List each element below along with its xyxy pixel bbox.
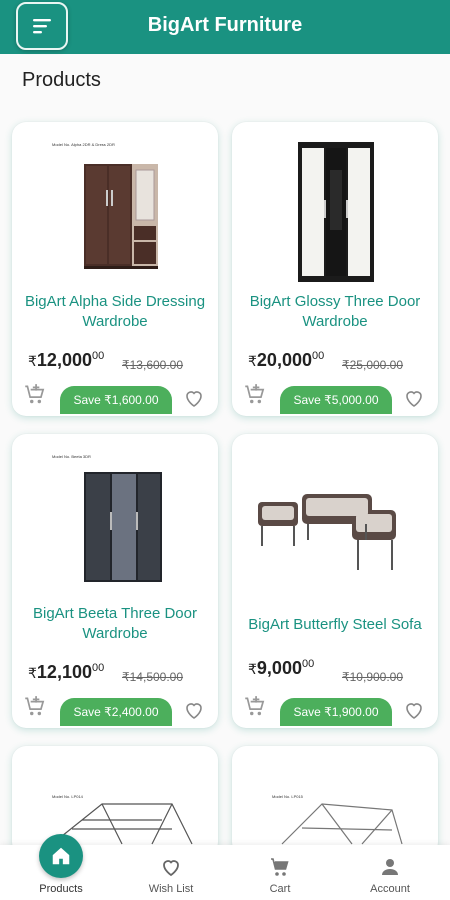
product-mrp: ₹10,900.00 bbox=[342, 670, 404, 684]
nav-item-wish-list[interactable]: Wish List bbox=[116, 845, 226, 900]
product-image[interactable] bbox=[242, 442, 428, 600]
app-title: BigArt Furniture bbox=[147, 14, 303, 36]
product-price: ₹12,10000 bbox=[28, 662, 105, 682]
home-fab-button[interactable] bbox=[39, 834, 83, 878]
product-mrp: ₹13,600.00 bbox=[122, 358, 184, 372]
page-title: Products bbox=[22, 69, 101, 91]
nav-item-cart[interactable]: Cart bbox=[225, 845, 335, 900]
product-card[interactable]: Model No. LP015 bbox=[232, 746, 438, 856]
wishlist-heart-icon[interactable] bbox=[402, 386, 426, 410]
heart-icon bbox=[163, 860, 179, 877]
save-badge: Save ₹1,600.00 bbox=[60, 386, 172, 414]
product-name[interactable]: BigArt Butterfly Steel Sofa bbox=[236, 615, 434, 635]
product-card[interactable]: BigArt Butterfly Steel Sofa ₹9,00000 ₹10… bbox=[232, 434, 438, 728]
product-mrp: ₹25,000.00 bbox=[342, 358, 404, 372]
product-name[interactable]: BigArt Beeta Three Door Wardrobe bbox=[16, 604, 214, 644]
person-icon bbox=[382, 859, 398, 875]
add-to-cart-icon[interactable] bbox=[242, 382, 268, 408]
nav-label: Products bbox=[39, 883, 83, 895]
add-to-cart-icon[interactable] bbox=[22, 694, 48, 720]
product-image[interactable] bbox=[242, 130, 428, 288]
nav-label: Wish List bbox=[148, 883, 194, 895]
product-card[interactable]: Model No. Beeta 3DR BigArt Beeta Three D… bbox=[12, 434, 218, 728]
product-price: ₹20,00000 bbox=[248, 350, 325, 370]
product-mrp: ₹14,500.00 bbox=[122, 670, 184, 684]
nav-item-account[interactable]: Account bbox=[335, 845, 445, 900]
product-price: ₹12,00000 bbox=[28, 350, 105, 370]
add-to-cart-icon[interactable] bbox=[22, 382, 48, 408]
save-badge: Save ₹2,400.00 bbox=[60, 698, 172, 726]
product-price: ₹9,00000 bbox=[248, 658, 315, 678]
product-image[interactable]: Model No. LP015 bbox=[242, 754, 428, 856]
app-bar: BigArt Furniture bbox=[0, 0, 450, 54]
wishlist-heart-icon[interactable] bbox=[182, 698, 206, 722]
product-image[interactable]: Model No. Beeta 3DR bbox=[22, 442, 208, 600]
add-to-cart-icon[interactable] bbox=[242, 694, 268, 720]
product-card[interactable]: Model No. Alpha 2DR & Dress 2DR BigArt A… bbox=[12, 122, 218, 416]
home-icon bbox=[52, 847, 70, 865]
save-badge: Save ₹5,000.00 bbox=[280, 386, 392, 414]
model-label: Model No. LP015 bbox=[272, 794, 303, 799]
save-badge: Save ₹1,900.00 bbox=[280, 698, 392, 726]
cart-icon bbox=[271, 858, 289, 876]
wishlist-heart-icon[interactable] bbox=[182, 386, 206, 410]
model-label: Model No. LP014 bbox=[52, 794, 83, 799]
nav-label: Cart bbox=[269, 883, 291, 895]
wishlist-heart-icon[interactable] bbox=[402, 698, 426, 722]
product-name[interactable]: BigArt Glossy Three Door Wardrobe bbox=[236, 292, 434, 332]
product-card[interactable]: BigArt Glossy Three Door Wardrobe ₹20,00… bbox=[232, 122, 438, 416]
model-label: Model No. Alpha 2DR & Dress 2DR bbox=[52, 142, 115, 147]
nav-label: Account bbox=[370, 883, 410, 895]
product-name[interactable]: BigArt Alpha Side Dressing Wardrobe bbox=[16, 292, 214, 332]
product-image[interactable]: Model No. Alpha 2DR & Dress 2DR bbox=[22, 130, 208, 288]
product-card[interactable]: Model No. LP014 bbox=[12, 746, 218, 856]
model-label: Model No. Beeta 3DR bbox=[52, 454, 91, 459]
